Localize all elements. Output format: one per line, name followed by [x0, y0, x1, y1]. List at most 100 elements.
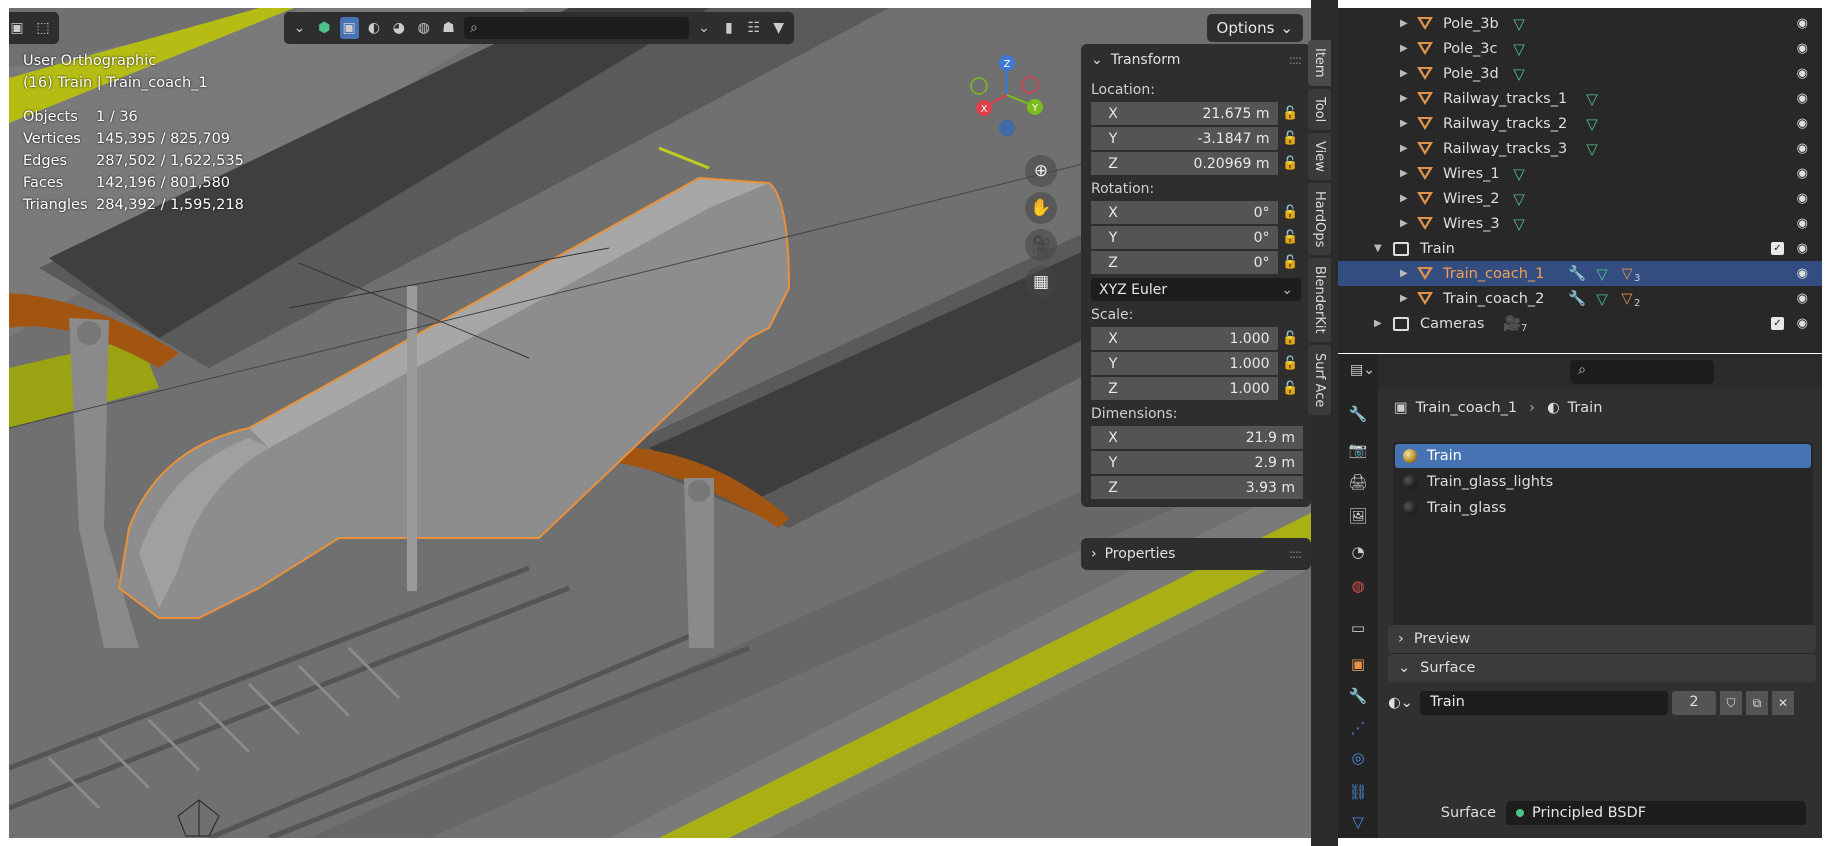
expand-arrow-icon[interactable]: ▶	[1400, 118, 1408, 129]
eye-icon[interactable]: ◉	[1797, 116, 1808, 131]
outliner-item[interactable]: ▶ Railway_tracks_1 ▽ ◉	[1338, 86, 1822, 111]
render-icon[interactable]: ☗	[439, 17, 458, 39]
wrench-modifier-icon[interactable]: 🔧	[1568, 290, 1586, 308]
lock-icon[interactable]: 🔓	[1278, 106, 1303, 121]
eye-icon[interactable]: ◉	[1797, 66, 1808, 81]
data-tab-icon[interactable]: ▽	[1346, 810, 1370, 834]
expand-arrow-icon[interactable]: ▶	[1400, 193, 1408, 204]
eye-icon[interactable]: ◉	[1797, 191, 1808, 206]
tab-blenderkit[interactable]: BlenderKit	[1308, 258, 1331, 342]
expand-arrow-icon[interactable]: ▶	[1400, 168, 1408, 179]
select-box-icon[interactable]: ⬚	[33, 17, 53, 39]
dimensions-z-field[interactable]: Z 3.93 m	[1091, 476, 1303, 507]
expand-arrow-icon[interactable]: ▶	[1400, 18, 1408, 29]
collection-tab-icon[interactable]: ▭	[1346, 616, 1370, 640]
navigation-gizmo[interactable]: Z X Y	[959, 50, 1049, 140]
tab-item[interactable]: Item	[1308, 40, 1331, 86]
surface-panel-header[interactable]: ⌄ Surface	[1388, 654, 1816, 682]
outliner-item[interactable]: ▶ Wires_3 ▽ ◉	[1338, 211, 1822, 236]
rotation-mode-select[interactable]: XYZ Euler ⌄	[1091, 278, 1301, 301]
lock-icon[interactable]: 🔓	[1278, 255, 1303, 270]
scale-z-field[interactable]: Z 1.000 🔓	[1091, 377, 1303, 400]
preview-panel-header[interactable]: › Preview	[1388, 625, 1816, 653]
object-tab-icon[interactable]: ▣	[1346, 652, 1370, 676]
tab-surf-ace[interactable]: Surf Ace	[1308, 344, 1331, 416]
outliner-item[interactable]: ▶ Wires_1 ▽ ◉	[1338, 161, 1822, 186]
collection-color-icon[interactable]: ⬢	[315, 17, 334, 39]
transform-panel-header[interactable]: ⌄ Transform ::::	[1081, 44, 1311, 76]
outliner-item[interactable]: ▶ Pole_3c ▽ ◉	[1338, 36, 1822, 61]
particles-tab-icon[interactable]: ⋰	[1346, 716, 1370, 740]
lock-icon[interactable]: 🔓	[1278, 205, 1303, 220]
eye-icon[interactable]: ◉	[1797, 91, 1808, 106]
eye-icon[interactable]: ◉	[1797, 291, 1808, 306]
3d-viewport[interactable]: ▣ ⬚ ⌄ ⬢ ▣ ◐ ◕ ◍ ☗ ⌕ ⌄ ▮ ☷ ▼ Options ⌄ Us…	[9, 8, 1311, 838]
properties-panel-collapsed[interactable]: › Properties ::::	[1081, 538, 1311, 570]
lock-icon[interactable]: 🔓	[1278, 156, 1303, 171]
outliner-item[interactable]: ▶ Railway_tracks_3 ▽ ◉	[1338, 136, 1822, 161]
material-slot[interactable]: Train_glass	[1395, 496, 1811, 520]
mesh-data-icon[interactable]: ▽	[1593, 265, 1611, 283]
lock-icon[interactable]: 🔓	[1278, 131, 1303, 146]
world-icon[interactable]: ◍	[414, 17, 433, 39]
user-count[interactable]: 2	[1672, 691, 1716, 715]
properties-search-field[interactable]: ⌕	[1570, 360, 1714, 384]
drag-grip-icon[interactable]: ::::	[1289, 53, 1302, 67]
view-layer-tab-icon[interactable]: 🖼	[1346, 504, 1370, 528]
close-icon[interactable]: ✕	[1772, 691, 1794, 715]
lock-icon[interactable]: 🔓	[1278, 230, 1303, 245]
lock-icon[interactable]: 🔓	[1278, 381, 1303, 396]
tool-icon[interactable]: 🔧	[1346, 402, 1370, 426]
mesh-data-icon[interactable]: ▽	[1593, 290, 1611, 308]
material-icon[interactable]: ◕	[389, 17, 408, 39]
expand-arrow-icon[interactable]: ▶	[1400, 268, 1408, 279]
select-mode-icon[interactable]: ▣	[9, 17, 27, 39]
eye-icon[interactable]: ◉	[1797, 216, 1808, 231]
camera-icon[interactable]: 🎥	[1503, 315, 1521, 333]
pan-hand-icon[interactable]: ✋	[1025, 192, 1057, 224]
mesh-data-icon[interactable]: ▽	[1510, 65, 1528, 83]
scale-y-field[interactable]: Y 1.000 🔓	[1091, 352, 1303, 375]
viewport-search-field[interactable]: ⌕	[464, 17, 689, 39]
outliner-item[interactable]: ▶ Wires_2 ▽ ◉	[1338, 186, 1822, 211]
view-layer-dropdown-icon[interactable]: ⌄	[290, 17, 309, 39]
location-y-field[interactable]: Y -3.1847 m 🔓	[1091, 127, 1303, 150]
dropdown-chevron-icon[interactable]: ⌄	[695, 17, 714, 39]
mesh-data-icon[interactable]: ▽	[1510, 165, 1528, 183]
expand-arrow-icon[interactable]: ▶	[1400, 68, 1408, 79]
tab-view[interactable]: View	[1308, 132, 1331, 180]
outliner-item-selected[interactable]: ▶ Train_coach_1 🔧 ▽ ▽ 3 ◉	[1338, 261, 1822, 286]
world-tab-icon[interactable]: ◍	[1346, 574, 1370, 598]
shading-icon[interactable]: ◐	[365, 17, 384, 39]
material-browse-icon[interactable]: ◐⌄	[1388, 695, 1416, 711]
eye-icon[interactable]: ◉	[1797, 241, 1808, 256]
expand-arrow-icon[interactable]: ▶	[1400, 43, 1408, 54]
material-slot[interactable]: Train	[1395, 444, 1811, 468]
output-tab-icon[interactable]: 🖨	[1346, 470, 1370, 494]
surface-shader-field[interactable]: Principled BSDF	[1506, 801, 1806, 825]
eye-icon[interactable]: ◉	[1797, 166, 1808, 181]
camera-view-icon[interactable]: 🎥	[1025, 229, 1057, 261]
wrench-modifier-icon[interactable]: 🔧	[1568, 265, 1586, 283]
collapse-arrow-icon[interactable]: ▼	[1374, 243, 1382, 254]
mesh-data-icon[interactable]: ▽	[1510, 190, 1528, 208]
zoom-icon[interactable]: ⊕	[1025, 155, 1057, 187]
outliner-item[interactable]: ▶ Pole_3b ▽ ◉	[1338, 11, 1822, 36]
expand-arrow-icon[interactable]: ▶	[1400, 293, 1408, 304]
eye-icon[interactable]: ◉	[1797, 316, 1808, 331]
drag-grip-icon[interactable]: ::::	[1289, 547, 1302, 561]
editor-type-icon[interactable]: ▤⌄	[1350, 362, 1375, 378]
object-select-icon[interactable]: ▣	[339, 17, 359, 39]
expand-arrow-icon[interactable]: ▶	[1374, 318, 1382, 329]
filter-icon[interactable]: ▼	[769, 17, 788, 39]
outliner-item[interactable]: ▶ Train_coach_2 🔧 ▽ ▽ 2 ◉	[1338, 286, 1822, 311]
location-x-field[interactable]: X 21.675 m 🔓	[1091, 102, 1303, 125]
fake-user-shield-icon[interactable]: ⛉	[1720, 691, 1742, 715]
expand-arrow-icon[interactable]: ▶	[1400, 143, 1408, 154]
hierarchy-icon[interactable]: ☷	[744, 17, 763, 39]
grid-ortho-icon[interactable]: ▦	[1025, 266, 1057, 298]
dimensions-y-field[interactable]: Y 2.9 m	[1091, 451, 1303, 474]
outliner-collection[interactable]: ▼ Train ✓ ◉	[1338, 236, 1822, 261]
mesh-data-icon[interactable]: ▽	[1583, 115, 1601, 133]
eye-icon[interactable]: ◉	[1797, 266, 1808, 281]
